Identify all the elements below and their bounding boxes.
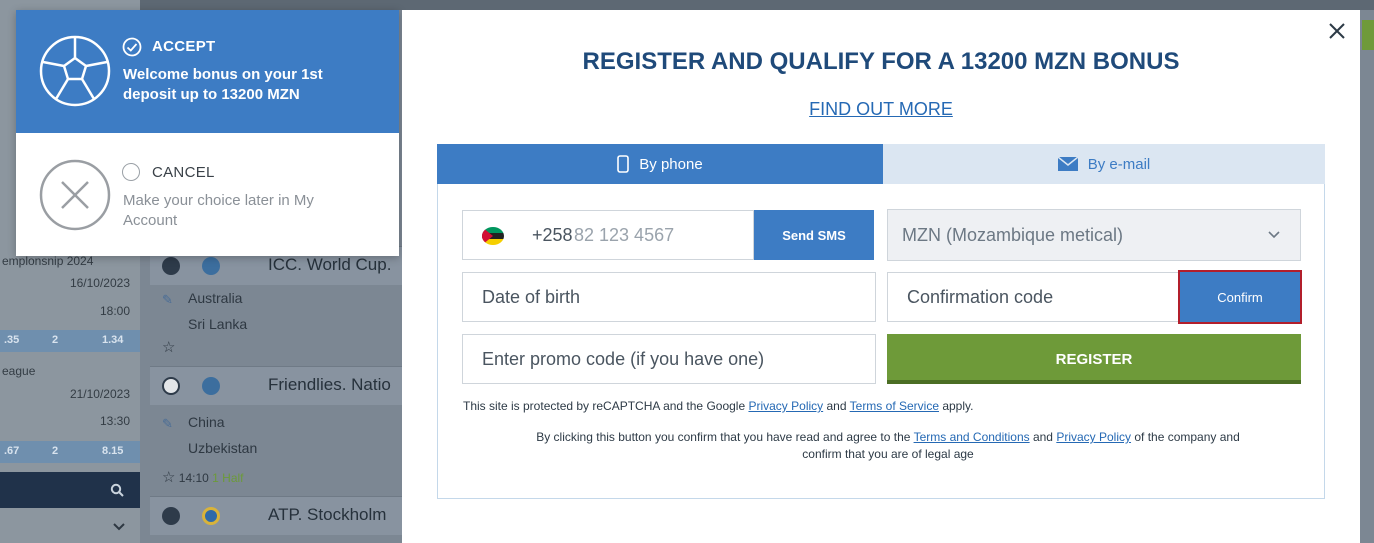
bg-league-row: ATP. Stockholm [150,496,402,535]
bg-odd: 8.15 [102,445,124,457]
football-icon [162,377,180,395]
bg-team: China [188,414,225,430]
mozambique-flag-icon [482,227,504,245]
accept-description: Welcome bonus on your 1st deposit up to … [123,66,323,103]
tab-label: By e-mail [1087,155,1151,173]
bg-odd: .67 [4,445,20,457]
date-of-birth-field[interactable]: Date of birth [462,272,876,322]
consent-notice: By clicking this button you confirm that… [458,429,1318,463]
consent-line-1: By clicking this button you confirm that… [458,429,1318,446]
bg-time: 13:30 [99,414,130,428]
modal-title: REGISTER AND QUALIFY FOR A 13200 MZN BON… [582,48,1180,75]
sweden-flag-icon [202,507,220,525]
background-top-strip [0,0,1374,10]
bg-odd: 2 [52,334,59,346]
globe-icon [202,257,220,275]
phone-icon [617,155,630,173]
background-green-accent [1362,20,1374,50]
chevron-down-icon [113,523,125,531]
bg-live-time: 14:10 [178,471,209,485]
star-icon: ☆ [162,339,176,356]
consent-line-2: confirm that you are of legal age [802,447,974,461]
cancel-description: Make your choice later in My Account [123,192,314,229]
bg-odd: 1.34 [102,334,124,346]
date-of-birth-label: Date of birth [482,287,581,307]
tab-label: By phone [639,155,703,173]
radio-circle-icon[interactable] [122,163,140,181]
envelope-icon [1057,157,1078,171]
tennis-icon [162,507,180,525]
phone-prefix: +258 [532,225,573,245]
bg-odds-row: .35 2 1.34 [0,330,140,352]
bg-league-label: emplonsnip 2024 [2,254,94,268]
globe-icon [202,377,220,395]
currency-select[interactable]: MZN (Mozambique metical) [887,209,1301,261]
search-icon [110,483,124,497]
bg-league-name: ATP. Stockholm [268,505,387,524]
bg-league-name: ICC. World Cup. [268,255,392,274]
bg-odd: .35 [4,334,20,346]
bg-live-half: 1 Half [212,471,244,485]
cricket-icon [162,257,180,275]
bg-team: Uzbekistan [188,440,258,456]
close-circle-icon [39,159,111,231]
pin-icon: ✎ [162,416,173,431]
bg-date: 16/10/2023 [69,276,130,290]
confirmation-code-field[interactable]: Confirmation code [887,272,1180,322]
cancel-bonus-option[interactable]: CANCEL Make your choice later in My Acco… [16,133,399,256]
star-icon: ☆ [162,469,176,486]
notice-text: apply. [939,399,974,413]
notice-text: This site is protected by reCAPTCHA and … [463,399,749,413]
notice-text: of the company and [1131,430,1240,444]
privacy-policy-link[interactable]: Privacy Policy [748,399,823,413]
send-sms-button[interactable]: Send SMS [754,210,874,260]
promo-code-label: Enter promo code (if you have one) [482,349,765,369]
notice-text: and [1029,430,1057,444]
notice-text: By clicking this button you confirm that… [536,430,914,444]
phone-input[interactable]: +258 82 123 4567 [462,210,754,260]
confirm-button[interactable]: Confirm [1178,270,1302,324]
recaptcha-notice: This site is protected by reCAPTCHA and … [463,398,1323,415]
currency-value: MZN (Mozambique metical) [902,225,1124,245]
terms-and-conditions-link[interactable]: Terms and Conditions [914,430,1030,444]
bg-search-bar [0,472,140,508]
football-icon [39,35,111,107]
bg-date: 21/10/2023 [69,387,130,401]
check-circle-icon[interactable] [122,37,142,57]
confirmation-code-label: Confirmation code [907,287,1054,307]
promo-code-field[interactable]: Enter promo code (if you have one) [462,334,876,384]
accept-bonus-option[interactable]: ACCEPT Welcome bonus on your 1st deposit… [16,10,399,133]
terms-of-service-link[interactable]: Terms of Service [850,399,939,413]
bg-odds-row: .67 2 8.15 [0,441,140,463]
tab-by-email[interactable]: By e-mail [883,144,1325,184]
bg-odd: 2 [52,445,59,457]
chevron-down-icon [1268,231,1280,239]
bg-team: Sri Lanka [188,316,248,332]
privacy-policy-link[interactable]: Privacy Policy [1056,430,1131,444]
bg-time: 18:00 [99,304,130,318]
bonus-choice-panel: ACCEPT Welcome bonus on your 1st deposit… [16,10,399,256]
close-icon[interactable] [1326,20,1348,42]
tab-by-phone[interactable]: By phone [437,144,883,184]
registration-tabs: By phone By e-mail [437,144,1325,184]
cancel-title: CANCEL [152,164,215,181]
notice-text: and [823,399,850,413]
phone-placeholder: 82 123 4567 [574,225,675,245]
bg-league-name: Friendlies. Natio [268,375,391,394]
bg-league-label: eague [2,364,36,378]
pin-icon: ✎ [162,292,173,307]
register-button[interactable]: REGISTER [887,334,1301,384]
bg-league-row: Friendlies. Natio [150,366,402,405]
find-out-more-link[interactable]: FIND OUT MORE [402,99,1360,120]
accept-title: ACCEPT [152,38,216,55]
bg-dropdown [0,508,140,543]
bg-live-row: ☆ 14:10 1 Half [162,468,244,486]
bg-team: Australia [188,290,243,306]
